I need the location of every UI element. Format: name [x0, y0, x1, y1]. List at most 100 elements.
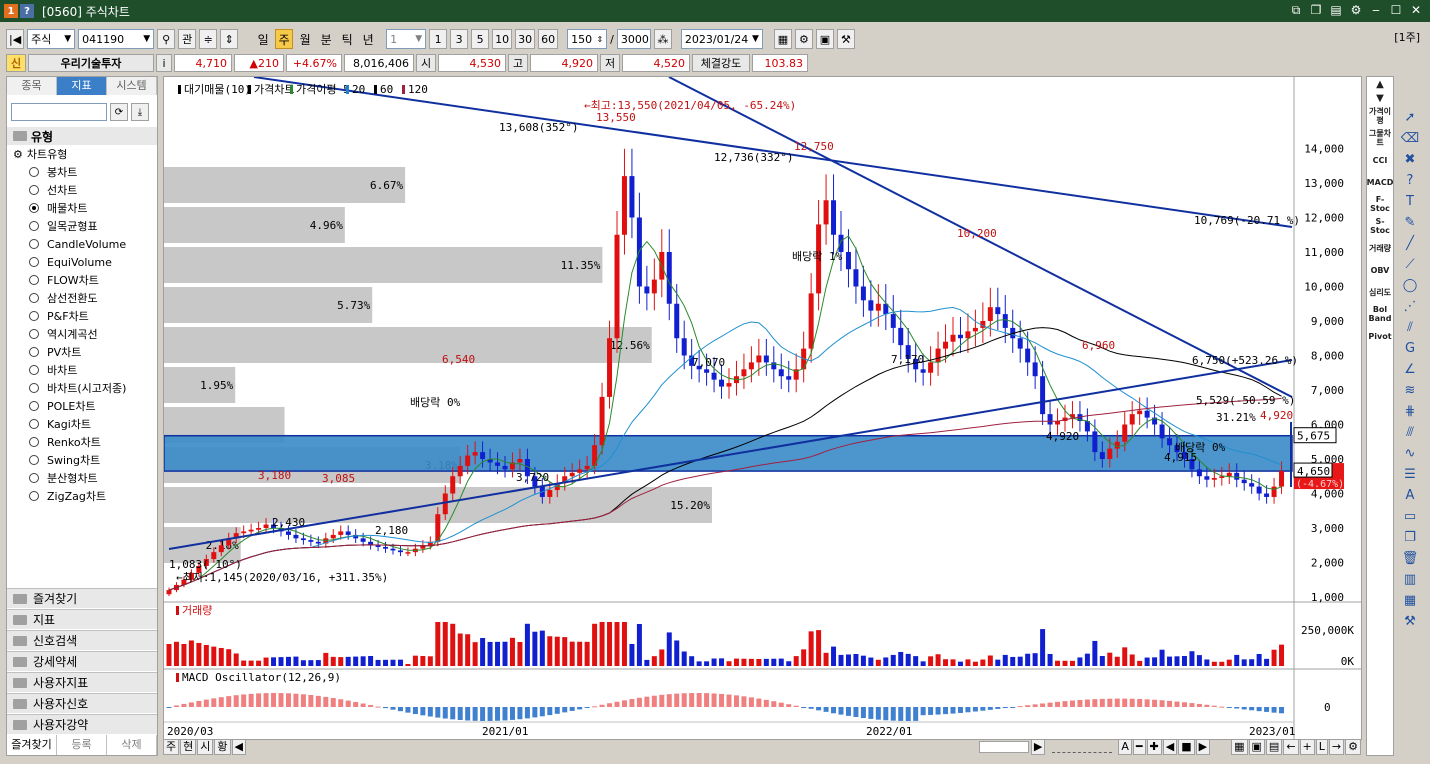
- chart-type-item[interactable]: EquiVolume: [7, 253, 157, 271]
- period-day[interactable]: 일: [254, 29, 272, 49]
- trendline-icon[interactable]: ╱: [1399, 233, 1421, 253]
- panel-down-icon[interactable]: ▼: [1367, 91, 1393, 105]
- channel-icon[interactable]: ⫽: [1399, 317, 1421, 337]
- fold-icon[interactable]: ≑: [199, 29, 218, 49]
- sidebar-search-input[interactable]: [11, 103, 107, 121]
- zoom-in-icon[interactable]: ✚: [1146, 739, 1162, 755]
- minimize-icon[interactable]: ‒: [1368, 2, 1384, 18]
- indicator-shortcut[interactable]: F-Stoc: [1367, 193, 1393, 215]
- chart-type-item[interactable]: CandleVolume: [7, 235, 157, 253]
- stock-name[interactable]: 우리기술투자: [28, 54, 154, 72]
- radio-icon[interactable]: [29, 293, 39, 303]
- first-icon[interactable]: |◀: [6, 29, 25, 49]
- delete-icon[interactable]: 🗑: [1399, 548, 1421, 568]
- save-icon[interactable]: ▣: [815, 29, 834, 49]
- chart-type-item[interactable]: 분산형차트: [7, 469, 157, 487]
- all-delete-icon[interactable]: ✖: [1399, 149, 1421, 169]
- chart-setting-icon[interactable]: ▦: [773, 29, 792, 49]
- chart-type-item[interactable]: 바차트: [7, 361, 157, 379]
- panel-up-icon[interactable]: ▲: [1367, 77, 1393, 91]
- auto-icon[interactable]: A: [1399, 485, 1421, 505]
- radio-icon[interactable]: [29, 275, 39, 285]
- period-tick[interactable]: 틱: [338, 29, 356, 49]
- zoom-out-icon[interactable]: ━: [1132, 739, 1146, 755]
- market-select[interactable]: 주식 ▼: [27, 29, 76, 49]
- fibo-icon[interactable]: ≋: [1399, 380, 1421, 400]
- chart-type-item[interactable]: P&F차트: [7, 307, 157, 325]
- wave-icon[interactable]: ∿: [1399, 443, 1421, 463]
- quick-10[interactable]: 10: [492, 29, 513, 49]
- radio-icon[interactable]: [29, 365, 39, 375]
- radio-icon[interactable]: [29, 491, 39, 501]
- sidebar-group[interactable]: 신호검색: [7, 630, 157, 650]
- period-minute[interactable]: 분: [317, 29, 335, 49]
- download-icon[interactable]: ⤓: [131, 103, 149, 121]
- print-icon[interactable]: ▤: [1328, 2, 1344, 18]
- tab-indicator[interactable]: 지표: [57, 77, 107, 95]
- radio-icon[interactable]: [29, 383, 39, 393]
- chart-type-item[interactable]: 매물차트: [7, 199, 157, 217]
- settings-icon[interactable]: ⚙: [1345, 739, 1361, 755]
- radio-icon[interactable]: [29, 401, 39, 411]
- delete-button[interactable]: 삭제: [107, 735, 157, 755]
- interval-select[interactable]: 1 ▼: [386, 29, 427, 49]
- tab-system[interactable]: 시스템: [107, 77, 157, 95]
- chart-type-item[interactable]: PV차트: [7, 343, 157, 361]
- scroll-left-icon[interactable]: ◀: [231, 739, 246, 755]
- register-button[interactable]: 등록: [57, 735, 107, 755]
- zoom-slider[interactable]: [1052, 741, 1113, 753]
- arrow-left-icon[interactable]: ←: [1283, 739, 1299, 755]
- tab-stock[interactable]: 종목: [7, 77, 57, 95]
- chart-type-item[interactable]: 삼선전환도: [7, 289, 157, 307]
- bottom-btn-2[interactable]: 현: [180, 739, 197, 755]
- chart-type-item[interactable]: Swing차트: [7, 451, 157, 469]
- total-input[interactable]: 3000: [616, 29, 651, 49]
- indicator-shortcut[interactable]: CCI: [1367, 149, 1393, 171]
- help-icon[interactable]: ?: [20, 4, 34, 18]
- scroll-right-icon[interactable]: ▶: [1030, 739, 1046, 755]
- tools-icon[interactable]: ⚒: [836, 29, 855, 49]
- chart-type-item[interactable]: FLOW차트: [7, 271, 157, 289]
- bottom-btn-3[interactable]: 시: [197, 739, 214, 755]
- chart-type-item[interactable]: 역시계곡선: [7, 325, 157, 343]
- eraser-icon[interactable]: ⌫: [1399, 128, 1421, 148]
- gwan-button[interactable]: 관: [178, 29, 197, 49]
- favorites-button[interactable]: 즐겨찾기: [7, 735, 57, 755]
- prev-icon[interactable]: ◀: [1162, 739, 1178, 755]
- scrollbar[interactable]: [978, 741, 1029, 753]
- chart-type-item[interactable]: 바차트(시고저종): [7, 379, 157, 397]
- indicator-shortcut[interactable]: OBV: [1367, 259, 1393, 281]
- arrow-right-icon[interactable]: →: [1328, 739, 1345, 755]
- quick-30[interactable]: 30: [515, 29, 536, 49]
- radio-icon[interactable]: [29, 437, 39, 447]
- chart-type-item[interactable]: ZigZag차트: [7, 487, 157, 505]
- radio-icon[interactable]: [29, 329, 39, 339]
- indicator-shortcut[interactable]: Pivot: [1367, 325, 1393, 347]
- indicator-shortcut[interactable]: 거래량: [1367, 237, 1393, 259]
- sidebar-group[interactable]: 즐겨찾기: [7, 588, 157, 608]
- code-input[interactable]: 041190 ▼: [78, 29, 155, 49]
- count-input[interactable]: 150 ⇕: [567, 29, 608, 49]
- refresh-icon[interactable]: ⟳: [110, 103, 128, 121]
- copy-icon[interactable]: ❐: [1399, 527, 1421, 547]
- sidebar-group[interactable]: 지표: [7, 609, 157, 629]
- radio-icon[interactable]: [29, 347, 39, 357]
- indicator-shortcut[interactable]: 그물차트: [1367, 127, 1393, 149]
- chart-icon[interactable]: ▥: [1399, 569, 1421, 589]
- sidebar-group[interactable]: 사용자신호: [7, 693, 157, 713]
- bottom-btn-4[interactable]: 황: [214, 739, 231, 755]
- radio-icon[interactable]: [29, 239, 39, 249]
- fan-icon[interactable]: ⋰: [1399, 296, 1421, 316]
- pencil-icon[interactable]: ✎: [1399, 212, 1421, 232]
- quick-5[interactable]: 5: [471, 29, 490, 49]
- radio-icon[interactable]: [29, 455, 39, 465]
- quick-3[interactable]: 3: [450, 29, 469, 49]
- question-icon[interactable]: ?: [1399, 170, 1421, 190]
- gear-icon[interactable]: ⚙: [794, 29, 813, 49]
- indicator-shortcut[interactable]: MACD: [1367, 171, 1394, 193]
- search-icon[interactable]: ⚲: [157, 29, 176, 49]
- chart-type-item[interactable]: 일목균형표: [7, 217, 157, 235]
- angle-icon[interactable]: ∠: [1399, 359, 1421, 379]
- radio-icon[interactable]: [29, 473, 39, 483]
- section-header[interactable]: 유형: [7, 127, 157, 145]
